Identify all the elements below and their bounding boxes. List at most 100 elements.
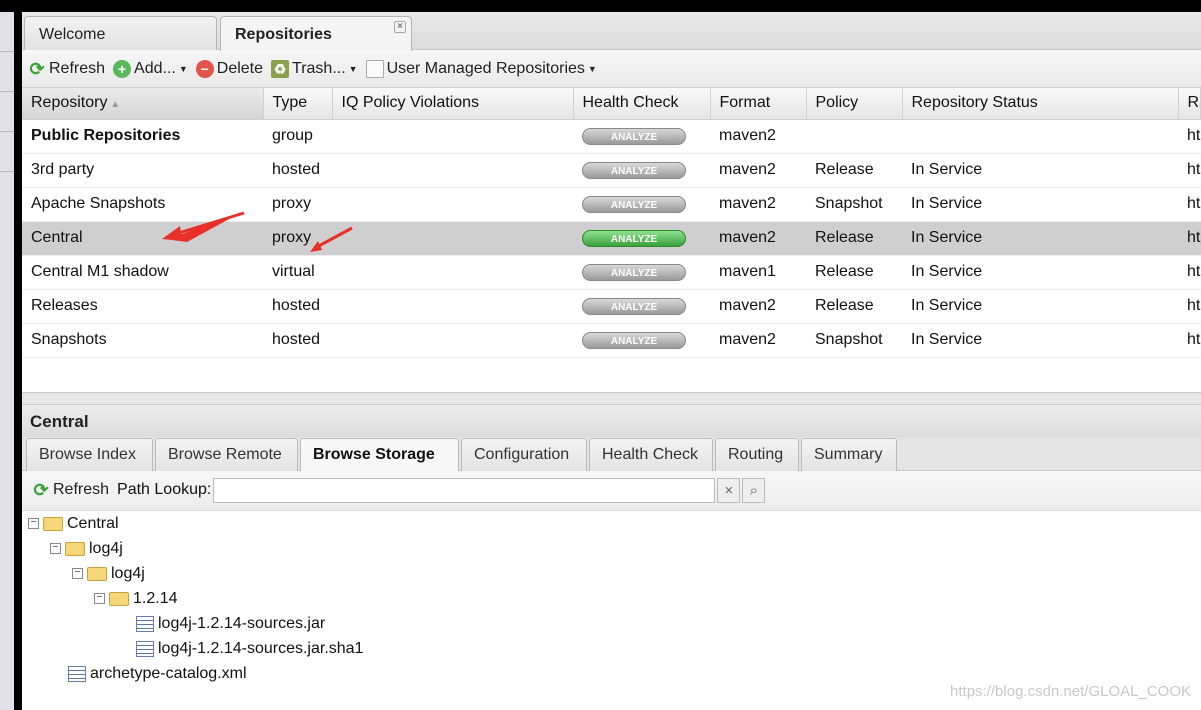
status-cell bbox=[902, 119, 1178, 154]
format-cell: maven1 bbox=[710, 255, 806, 290]
health-check-cell: ANALYZE bbox=[573, 119, 710, 154]
collapse-icon[interactable]: − bbox=[50, 543, 61, 554]
watermark: https://blog.csdn.net/GLOAL_COOK bbox=[950, 683, 1191, 700]
remote-url-cell: ht bbox=[1178, 289, 1201, 324]
collapse-icon[interactable]: − bbox=[94, 593, 105, 604]
repository-name-cell: Releases bbox=[22, 289, 263, 324]
tree-node-label: 1.2.14 bbox=[133, 589, 178, 607]
health-check-cell: ANALYZE bbox=[573, 289, 710, 324]
tree-node[interactable]: log4j-1.2.14-sources.jar bbox=[136, 615, 325, 633]
red-arrow-icon bbox=[162, 226, 182, 241]
tree-node-label: Central bbox=[67, 514, 119, 532]
main-panel: Welcome Repositories × ⟳ Refresh + Add... ▼ … bbox=[22, 12, 1201, 710]
column-header[interactable]: Policy bbox=[806, 88, 903, 120]
repository-name-cell: Snapshots bbox=[22, 323, 263, 358]
tab-browse-index[interactable]: Browse Index bbox=[26, 437, 153, 471]
format-cell: maven2 bbox=[710, 289, 806, 324]
status-cell: In Service bbox=[902, 187, 1178, 222]
health-check-cell: ANALYZE bbox=[573, 221, 710, 256]
file-icon bbox=[136, 640, 154, 657]
tab-browse-storage[interactable]: Browse Storage bbox=[300, 437, 459, 471]
caret-down-icon: ▼ bbox=[587, 63, 597, 74]
iq-cell bbox=[332, 289, 573, 324]
type-cell: hosted bbox=[263, 323, 332, 358]
remote-url-cell: ht bbox=[1178, 187, 1201, 222]
health-check-cell: ANALYZE bbox=[573, 187, 710, 222]
remote-url-cell: ht bbox=[1178, 153, 1201, 188]
tree-node[interactable]: − 1.2.14 bbox=[94, 590, 177, 608]
column-header[interactable]: Format bbox=[710, 88, 807, 120]
grid-empty-area bbox=[22, 358, 1201, 393]
collapse-icon[interactable]: − bbox=[28, 518, 39, 529]
column-header[interactable]: Repository Status bbox=[902, 88, 1179, 120]
tree-node[interactable]: − log4j bbox=[72, 565, 145, 583]
tree-node[interactable]: − log4j bbox=[50, 540, 123, 558]
browse-toolbar: ⟳ Refresh Path Lookup: × ⌕ bbox=[22, 470, 1201, 511]
red-arrow-icon bbox=[314, 226, 353, 250]
folder-icon bbox=[65, 541, 85, 556]
red-arrow-icon bbox=[171, 211, 245, 237]
tab-health-check[interactable]: Health Check bbox=[589, 437, 713, 471]
refresh-button[interactable]: ⟳ Refresh bbox=[32, 481, 109, 499]
policy-cell: Release bbox=[806, 153, 902, 188]
status-cell: In Service bbox=[902, 221, 1178, 256]
refresh-label: Refresh bbox=[53, 481, 110, 498]
tree-node[interactable]: − Central bbox=[28, 515, 119, 533]
remote-url-cell: ht bbox=[1178, 323, 1201, 358]
tab-routing[interactable]: Routing bbox=[715, 437, 799, 471]
detail-panel-title: Central bbox=[22, 404, 1201, 437]
folder-icon bbox=[109, 591, 129, 606]
folder-icon bbox=[43, 516, 63, 531]
file-icon bbox=[136, 615, 154, 632]
collapse-icon[interactable]: − bbox=[72, 568, 83, 579]
format-cell: maven2 bbox=[710, 323, 806, 358]
file-icon bbox=[68, 665, 86, 682]
tree-node-label: log4j bbox=[111, 564, 145, 582]
status-cell: In Service bbox=[902, 289, 1178, 324]
folder-icon bbox=[87, 566, 107, 581]
policy-cell: Snapshot bbox=[806, 187, 902, 222]
policy-cell bbox=[806, 119, 902, 154]
column-header[interactable]: Health Check bbox=[573, 88, 711, 120]
column-header[interactable]: R bbox=[1178, 88, 1201, 120]
analyze-button[interactable]: ANALYZE bbox=[582, 332, 686, 349]
detail-tabs: Browse Index Browse Remote Browse Storage C… bbox=[22, 436, 1201, 471]
policy-cell: Release bbox=[806, 221, 902, 256]
remote-url-cell: ht bbox=[1178, 119, 1201, 154]
table-row[interactable]: Snapshots hosted ANALYZE maven2 Snapshot In S… bbox=[22, 323, 1201, 358]
splitter[interactable] bbox=[22, 392, 1201, 405]
tree-node-label: archetype-catalog.xml bbox=[90, 664, 247, 682]
type-cell: hosted bbox=[263, 289, 332, 324]
format-cell: maven2 bbox=[710, 153, 806, 188]
analyze-button[interactable]: ANALYZE bbox=[582, 230, 686, 247]
analyze-button[interactable]: ANALYZE bbox=[582, 298, 686, 315]
format-cell: maven2 bbox=[710, 187, 806, 222]
tab-browse-remote[interactable]: Browse Remote bbox=[155, 437, 298, 471]
policy-cell: Snapshot bbox=[806, 323, 902, 358]
tree-node[interactable]: archetype-catalog.xml bbox=[68, 665, 247, 683]
refresh-icon: ⟳ bbox=[33, 480, 49, 500]
status-cell: In Service bbox=[902, 323, 1178, 358]
annotation-arrows bbox=[162, 211, 353, 252]
search-icon[interactable]: ⌕ bbox=[742, 477, 766, 503]
analyze-button[interactable]: ANALYZE bbox=[582, 264, 686, 281]
tree-node-label: log4j-1.2.14-sources.jar bbox=[158, 614, 326, 632]
red-arrow-icon bbox=[310, 241, 322, 252]
table-row[interactable]: Releases hosted ANALYZE maven2 Release In Ser… bbox=[22, 289, 1201, 324]
policy-cell: Release bbox=[806, 255, 902, 290]
path-lookup-input[interactable] bbox=[213, 477, 716, 503]
remote-url-cell: ht bbox=[1178, 255, 1201, 290]
analyze-button[interactable]: ANALYZE bbox=[582, 162, 686, 179]
path-lookup-label: Path Lookup: bbox=[117, 481, 212, 498]
health-check-cell: ANALYZE bbox=[573, 255, 710, 290]
clear-icon[interactable]: × bbox=[717, 477, 741, 503]
remote-url-cell: ht bbox=[1178, 221, 1201, 256]
policy-cell: Release bbox=[806, 289, 902, 324]
tree-node[interactable]: log4j-1.2.14-sources.jar.sha1 bbox=[136, 640, 363, 658]
analyze-button[interactable]: ANALYZE bbox=[582, 128, 686, 145]
analyze-button[interactable]: ANALYZE bbox=[582, 196, 686, 213]
tab-configuration[interactable]: Configuration bbox=[461, 437, 587, 471]
format-cell: maven2 bbox=[710, 119, 806, 154]
tab-summary[interactable]: Summary bbox=[801, 437, 897, 471]
format-cell: maven2 bbox=[710, 221, 806, 256]
